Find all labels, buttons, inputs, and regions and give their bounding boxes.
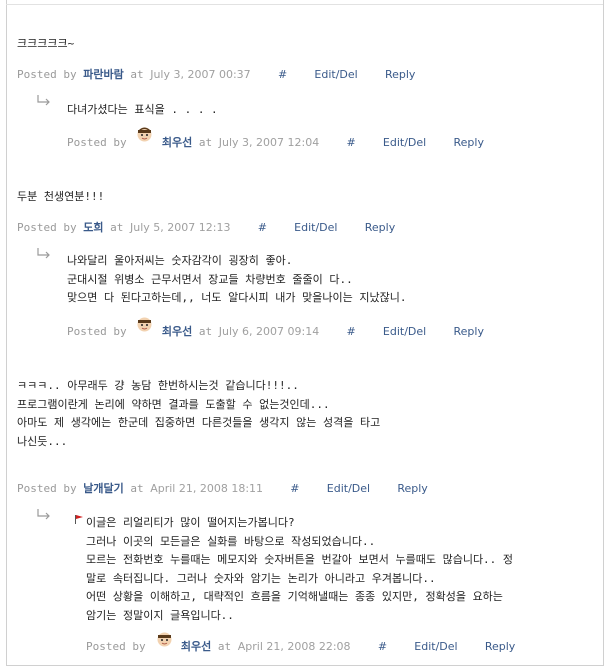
reply-author[interactable]: 최우선 — [162, 325, 192, 338]
reply-text-line: 모르는 전화번호 누를때는 메모지와 숫자버튼을 번갈아 보면서 누를때도 많습… — [86, 553, 514, 566]
reply-author[interactable]: 최우선 — [181, 640, 211, 653]
comment-author[interactable]: 도희 — [83, 221, 103, 234]
comment-author[interactable]: 날개달기 — [83, 482, 123, 495]
reply-link[interactable]: Reply — [385, 68, 415, 81]
permalink-link[interactable]: # — [278, 68, 287, 81]
reply-date: July 3, 2007 12:04 — [218, 136, 320, 149]
at-label: at — [198, 325, 213, 338]
reply-text-line: 말로 속터집니다. 그러나 숫자와 암기는 논리가 아니라고 우겨봅니다.. — [86, 571, 436, 585]
reply-text-line: 암기는 정말이지 글욕입니다.. — [86, 608, 234, 622]
comment-text-line: 아마도 제 생각에는 한군데 집중하면 다른것들을 생각지 않는 성격을 타고 — [17, 416, 381, 429]
comment-date: July 3, 2007 00:37 — [150, 68, 251, 81]
comment-2: 두분 천생연분!!! — [17, 188, 104, 207]
reply-link[interactable]: Reply — [365, 221, 395, 234]
comment-text-line: 프로그램이란게 논리에 약하면 결과를 도출할 수 없는것인데... — [17, 397, 330, 411]
reply-link[interactable]: Reply — [485, 640, 515, 653]
at-label: at — [130, 68, 144, 81]
reply-link[interactable]: Reply — [453, 325, 483, 338]
edit-del-link[interactable]: Edit/Del — [314, 68, 357, 81]
reply-text-line: 다녀가셨다는 표식을 . . . . — [67, 103, 218, 116]
at-label: at — [198, 136, 213, 149]
reply-arrow-icon — [37, 509, 50, 520]
reply-arrow-icon — [37, 248, 50, 259]
top-divider — [6, 4, 603, 5]
edit-del-link[interactable]: Edit/Del — [294, 221, 337, 234]
permalink-link[interactable]: # — [378, 640, 387, 653]
comment-text-line: ㅋㅋㅋ.. 아무래두 걍 농담 한번하시는것 같습니다!!!.. — [17, 379, 299, 392]
reply-text-line: 나와달리 울아저씨는 숫자감각이 굉장히 좋아. — [67, 254, 293, 267]
comment-date: July 5, 2007 12:13 — [129, 221, 231, 234]
reply-author[interactable]: 최우선 — [162, 136, 192, 149]
reply-link[interactable]: Reply — [397, 482, 427, 495]
edit-del-link[interactable]: Edit/Del — [383, 136, 426, 149]
comment-3-meta: Posted by 날개달기 at April 21, 2008 18:11 #… — [17, 480, 428, 496]
reply-3: 이글은 리얼리티가 많이 떨어지는가봅니다? 그러나 이곳의 모든글은 실화를 … — [86, 514, 513, 625]
posted-by-label: Posted by — [86, 640, 146, 653]
reply-link[interactable]: Reply — [453, 136, 483, 149]
reply-date: July 6, 2007 09:14 — [218, 325, 320, 338]
comment-date: April 21, 2008 18:11 — [150, 482, 264, 495]
reply-2-meta: Posted by 최우선 at July 6, 2007 09:14 # Ed… — [67, 323, 484, 339]
at-label: at — [110, 221, 124, 234]
permalink-link[interactable]: # — [290, 482, 299, 495]
posted-by-label: Posted by — [67, 325, 127, 338]
comment-text-line: 두분 천생연분!!! — [17, 190, 105, 203]
permalink-link[interactable]: # — [346, 136, 355, 149]
edit-del-link[interactable]: Edit/Del — [327, 482, 370, 495]
at-label: at — [130, 482, 144, 495]
permalink-link[interactable]: # — [346, 325, 355, 338]
comment-text-line: 나신듯... — [17, 434, 68, 448]
reply-text-line: 그러나 이곳의 모든글은 실화를 바탕으로 작성되었습니다.. — [86, 534, 376, 548]
reply-1: 다녀가셨다는 표식을 . . . . — [67, 101, 218, 120]
reply-arrow-icon — [37, 95, 50, 106]
posted-by-label: Posted by — [67, 136, 127, 149]
posted-by-label: Posted by — [17, 68, 77, 81]
reply-1-meta: Posted by 최우선 at July 3, 2007 12:04 # Ed… — [67, 134, 484, 150]
reply-3-meta: Posted by 최우선 at April 21, 2008 22:08 # … — [86, 638, 515, 654]
reply-text-line: 군대시절 위병소 근무서면서 장교들 차량번호 줄줄이 다.. — [67, 272, 353, 286]
comment-1: 크크크크크~ — [17, 35, 74, 54]
comment-text-line: 크크크크크~ — [17, 37, 75, 50]
comment-3: ㅋㅋㅋ.. 아무래두 걍 농담 한번하시는것 같습니다!!!.. 프로그램이란게… — [17, 377, 380, 451]
edit-del-link[interactable]: Edit/Del — [414, 640, 457, 653]
flag-icon — [75, 515, 83, 524]
reply-text-line: 어떤 상황을 이해하고, 대략적인 흐름을 기억해낼때는 종종 있지만, 정확성… — [86, 590, 503, 603]
permalink-link[interactable]: # — [258, 221, 267, 234]
reply-text-line: 맞으면 다 된다고하는데,, 너도 알다시피 내가 맞을나이는 지났잖니. — [67, 291, 407, 304]
posted-by-label: Posted by — [17, 221, 77, 234]
edit-del-link[interactable]: Edit/Del — [383, 325, 426, 338]
reply-2: 나와달리 울아저씨는 숫자감각이 굉장히 좋아. 군대시절 위병소 근무서면서 … — [67, 252, 406, 308]
reply-date: April 21, 2008 22:08 — [237, 640, 351, 653]
posted-by-label: Posted by — [17, 482, 77, 495]
comment-2-meta: Posted by 도희 at July 5, 2007 12:13 # Edi… — [17, 219, 395, 235]
comment-author[interactable]: 파란바람 — [83, 68, 123, 81]
at-label: at — [217, 640, 232, 653]
reply-text-line: 이글은 리얼리티가 많이 떨어지는가봅니다? — [86, 516, 295, 529]
comment-1-meta: Posted by 파란바람 at July 3, 2007 00:37 # E… — [17, 66, 415, 82]
